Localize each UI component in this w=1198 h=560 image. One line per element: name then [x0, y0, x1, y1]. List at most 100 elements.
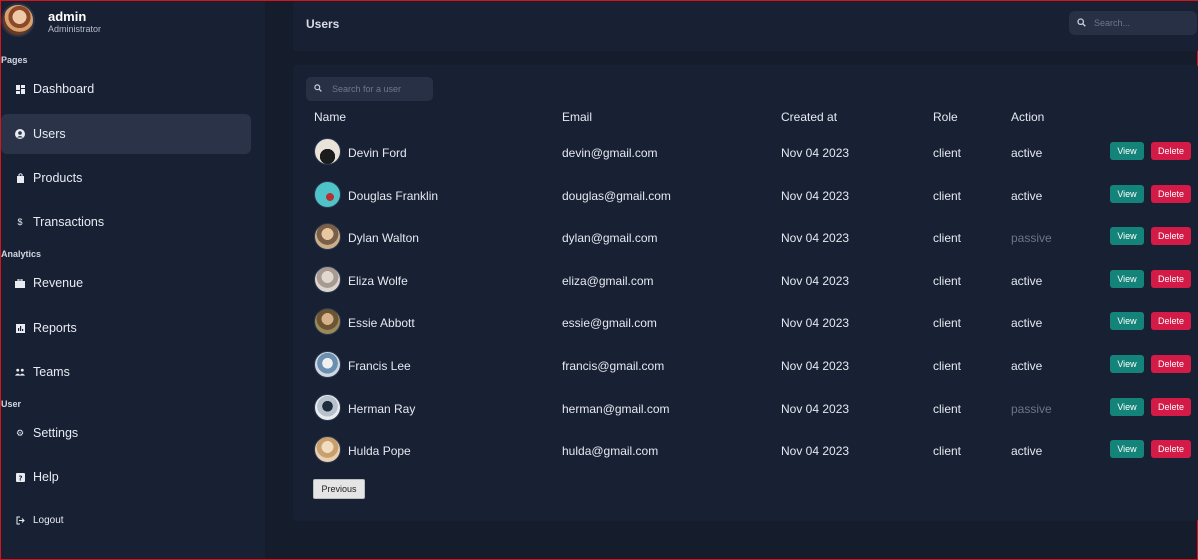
- avatar: [1, 3, 35, 37]
- dollar-icon: $: [17, 217, 23, 227]
- delete-button[interactable]: Delete: [1151, 227, 1191, 246]
- user-email-cell: herman@gmail.com: [562, 401, 670, 416]
- sidebar-item-teams[interactable]: Teams: [1, 352, 251, 392]
- status-cell: active: [1011, 359, 1043, 373]
- view-button[interactable]: View: [1110, 355, 1144, 373]
- column-header-created: Created at: [781, 110, 838, 124]
- user-email-cell: francis@gmail.com: [562, 359, 665, 373]
- view-button[interactable]: View: [1110, 227, 1144, 246]
- user-name-cell: Devin Ford: [348, 146, 407, 160]
- column-header-email: Email: [562, 110, 593, 124]
- status-cell: passive: [1011, 231, 1052, 246]
- user-name-cell: Hulda Pope: [348, 444, 411, 459]
- user-email-cell: essie@gmail.com: [562, 316, 657, 331]
- report-icon: [15, 323, 25, 333]
- column-header-name: Name: [314, 110, 347, 124]
- status-cell: active: [1011, 316, 1043, 331]
- role-cell: client: [933, 231, 962, 246]
- logout-icon: [15, 515, 25, 525]
- user-email-cell: devin@gmail.com: [562, 146, 658, 160]
- search-icon: [1077, 17, 1086, 29]
- sidebar-item-label: Revenue: [33, 276, 84, 290]
- status-cell: active: [1011, 444, 1043, 459]
- user-search[interactable]: [306, 77, 433, 101]
- delete-button[interactable]: Delete: [1151, 440, 1191, 459]
- sidebar-item-label: Settings: [33, 426, 79, 440]
- created-at-cell: Nov 04 2023: [781, 359, 850, 373]
- created-at-cell: Nov 04 2023: [781, 188, 850, 203]
- sidebar-item-label: Transactions: [33, 215, 105, 229]
- user-search-input[interactable]: [332, 84, 422, 94]
- sidebar-item-dashboard[interactable]: Dashboard: [1, 69, 251, 109]
- global-search[interactable]: [1069, 11, 1197, 35]
- delete-button[interactable]: Delete: [1151, 397, 1191, 416]
- user-name-cell: Essie Abbott: [348, 316, 415, 331]
- created-at-cell: Nov 04 2023: [781, 401, 850, 416]
- created-at-cell: Nov 04 2023: [781, 316, 850, 331]
- avatar: [314, 436, 341, 464]
- role-cell: client: [933, 444, 962, 459]
- avatar: [314, 393, 341, 421]
- sidebar-item-label: Reports: [33, 321, 77, 335]
- sidebar-item-label: Products: [33, 171, 83, 185]
- created-at-cell: Nov 04 2023: [781, 444, 850, 459]
- view-button[interactable]: View: [1110, 184, 1144, 203]
- delete-button[interactable]: Delete: [1151, 142, 1191, 160]
- status-cell: passive: [1011, 401, 1052, 416]
- avatar: [314, 351, 341, 378]
- section-title-user: User: [1, 399, 22, 409]
- sidebar-item-help[interactable]: ? Help: [1, 457, 251, 497]
- sidebar-item-settings[interactable]: ⚙ Settings: [1, 413, 251, 453]
- user-name-cell: Eliza Wolfe: [348, 273, 408, 288]
- avatar: [314, 180, 341, 208]
- created-at-cell: Nov 04 2023: [781, 273, 850, 288]
- column-header-action: Action: [1011, 110, 1045, 124]
- delete-button[interactable]: Delete: [1151, 355, 1191, 373]
- top-bar: Users: [293, 1, 1198, 51]
- search-input[interactable]: [1094, 18, 1184, 28]
- logout-label: Logout: [33, 514, 64, 526]
- delete-button[interactable]: Delete: [1151, 269, 1191, 288]
- section-title-analytics: Analytics: [1, 249, 42, 259]
- sidebar-item-products[interactable]: Products: [1, 158, 251, 198]
- avatar: [314, 308, 341, 336]
- view-button[interactable]: View: [1110, 312, 1144, 331]
- avatar: [314, 223, 341, 251]
- table-row: Dylan Walton dylan@gmail.com Nov 04 2023 cl…: [293, 217, 1198, 259]
- team-icon: [15, 367, 25, 377]
- role-cell: client: [933, 146, 962, 160]
- gear-icon: ⚙: [15, 427, 25, 438]
- dashboard-icon: [15, 84, 25, 94]
- sidebar-item-revenue[interactable]: Revenue: [1, 263, 251, 303]
- sidebar-item-transactions[interactable]: $ Transactions: [1, 202, 251, 242]
- sidebar-item-users[interactable]: Users: [1, 114, 251, 154]
- user-icon: [15, 129, 25, 139]
- section-title-pages: Pages: [1, 55, 28, 65]
- search-icon: [314, 84, 322, 94]
- table-row: Herman Ray herman@gmail.com Nov 04 2023 cli…: [293, 388, 1198, 430]
- view-button[interactable]: View: [1110, 269, 1144, 288]
- page-title: Users: [306, 17, 340, 31]
- view-button[interactable]: View: [1110, 397, 1144, 416]
- user-name-cell: Francis Lee: [348, 359, 411, 373]
- user-email-cell: hulda@gmail.com: [562, 444, 659, 459]
- status-cell: active: [1011, 188, 1043, 203]
- user-email-cell: eliza@gmail.com: [562, 273, 654, 288]
- user-name-cell: Herman Ray: [348, 401, 416, 416]
- view-button[interactable]: View: [1110, 440, 1144, 459]
- sidebar-item-label: Users: [33, 127, 66, 141]
- view-button[interactable]: View: [1110, 142, 1144, 160]
- logout-button[interactable]: Logout: [1, 500, 251, 540]
- user-role: Administrator: [48, 24, 102, 34]
- delete-button[interactable]: Delete: [1151, 312, 1191, 331]
- delete-button[interactable]: Delete: [1151, 184, 1191, 203]
- column-header-role: Role: [933, 110, 958, 124]
- sidebar-item-label: Help: [33, 470, 59, 484]
- avatar: [314, 138, 341, 165]
- avatar: [314, 265, 341, 293]
- user-name-cell: Dylan Walton: [348, 231, 419, 246]
- sidebar-item-reports[interactable]: Reports: [1, 308, 251, 348]
- svg-text:?: ?: [18, 474, 22, 482]
- previous-button[interactable]: Previous: [313, 479, 365, 499]
- table-row: Francis Lee francis@gmail.com Nov 04 2023 c…: [293, 345, 1198, 387]
